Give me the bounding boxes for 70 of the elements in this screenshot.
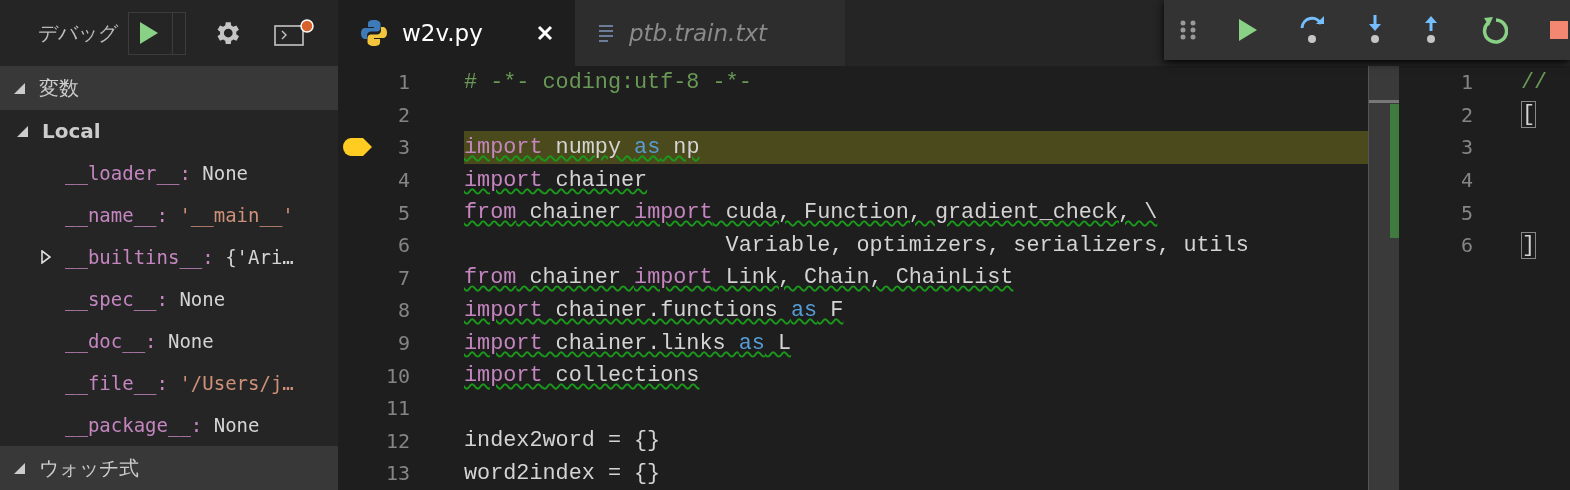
drag-handle-icon[interactable] bbox=[1180, 20, 1196, 40]
collapse-triangle-icon[interactable] bbox=[17, 125, 28, 137]
scope-label[interactable]: Local bbox=[42, 119, 101, 143]
line-number: 9 bbox=[397, 331, 410, 356]
editor-tab[interactable]: w2v.py bbox=[338, 0, 575, 66]
code-line: import numpy as np bbox=[464, 135, 700, 160]
python-logo-icon bbox=[360, 19, 388, 47]
close-icon[interactable] bbox=[537, 25, 553, 41]
line-number: 6 bbox=[397, 233, 410, 258]
line-number: 8 bbox=[397, 298, 410, 323]
debug-console-button[interactable] bbox=[274, 18, 316, 48]
step-into-button[interactable] bbox=[1368, 15, 1382, 45]
code-line: import collections bbox=[464, 363, 700, 389]
step-out-button[interactable] bbox=[1424, 15, 1438, 45]
line-number: 10 bbox=[385, 363, 410, 388]
bracket-match: ] bbox=[1521, 231, 1537, 259]
step-over-button[interactable] bbox=[1300, 15, 1326, 45]
scrollbar[interactable] bbox=[1368, 66, 1399, 490]
step-over-icon bbox=[1300, 15, 1326, 45]
panel-title: デバッグ bbox=[38, 19, 118, 47]
line-number: 2 bbox=[1460, 102, 1473, 127]
code-line: import chainer.functions as F bbox=[464, 297, 844, 323]
restart-icon bbox=[1480, 15, 1508, 45]
console-icon bbox=[274, 18, 316, 48]
line-number: 4 bbox=[397, 168, 410, 193]
code-line: import chainer.links as L bbox=[464, 330, 792, 356]
line-number: 3 bbox=[397, 135, 410, 160]
collapse-triangle-icon[interactable] bbox=[14, 82, 25, 94]
code-line: import chainer bbox=[464, 167, 648, 193]
text-file-icon bbox=[597, 22, 615, 44]
line-number: 4 bbox=[1460, 168, 1473, 193]
line-number: 6 bbox=[1460, 233, 1473, 258]
expand-triangle-icon[interactable] bbox=[41, 250, 51, 264]
collapse-triangle-icon[interactable] bbox=[14, 462, 25, 474]
code-line: word2index = {} bbox=[464, 460, 661, 486]
code-line: from chainer import cuda, Function, gradient_check, \ bbox=[464, 200, 1158, 226]
code-line: # -*- coding:utf-8 -*- bbox=[464, 69, 752, 95]
variable-entry[interactable]: __spec__: None bbox=[65, 288, 226, 310]
stop-icon bbox=[1550, 21, 1568, 39]
code-line: // bbox=[1521, 69, 1548, 95]
code-line: from chainer import Link, Chain, ChainList bbox=[464, 265, 1014, 291]
line-number: 2 bbox=[397, 102, 410, 127]
variable-entry[interactable]: __loader__: None bbox=[65, 162, 249, 184]
section-title[interactable]: 変数 bbox=[39, 74, 79, 102]
line-number: 11 bbox=[385, 396, 410, 421]
restart-button[interactable] bbox=[1480, 15, 1508, 45]
variable-entry[interactable]: __name__: '__main__' bbox=[65, 204, 294, 226]
line-number: 1 bbox=[1460, 70, 1473, 95]
variable-entry[interactable]: __builtins__: {'Ari… bbox=[65, 246, 294, 268]
line-number: 7 bbox=[397, 265, 410, 290]
code-line: Variable, optimizers, serializers, utils bbox=[724, 232, 1249, 258]
line-number: 12 bbox=[385, 428, 410, 453]
line-number: 5 bbox=[1460, 200, 1473, 225]
variable-entry[interactable]: __doc__: None bbox=[65, 330, 214, 352]
editor-tab[interactable]: ptb.train.txt bbox=[575, 0, 845, 66]
section-title[interactable]: ウォッチ式 bbox=[39, 454, 139, 482]
continue-button[interactable] bbox=[1238, 18, 1258, 42]
play-icon bbox=[139, 21, 159, 45]
variable-entry[interactable]: __file__: '/Users/j… bbox=[65, 372, 294, 394]
line-number: 1 bbox=[397, 70, 410, 95]
bracket-match: [ bbox=[1521, 101, 1537, 129]
step-into-icon bbox=[1368, 15, 1382, 45]
line-number: 5 bbox=[397, 200, 410, 225]
code-line: index2word = {} bbox=[464, 428, 661, 454]
line-number: 13 bbox=[385, 461, 410, 486]
play-icon bbox=[1238, 18, 1258, 42]
start-debug-button[interactable] bbox=[128, 11, 186, 55]
line-number: 3 bbox=[1460, 135, 1473, 160]
step-out-icon bbox=[1424, 15, 1438, 45]
variable-entry[interactable]: __package__: None bbox=[65, 414, 260, 436]
